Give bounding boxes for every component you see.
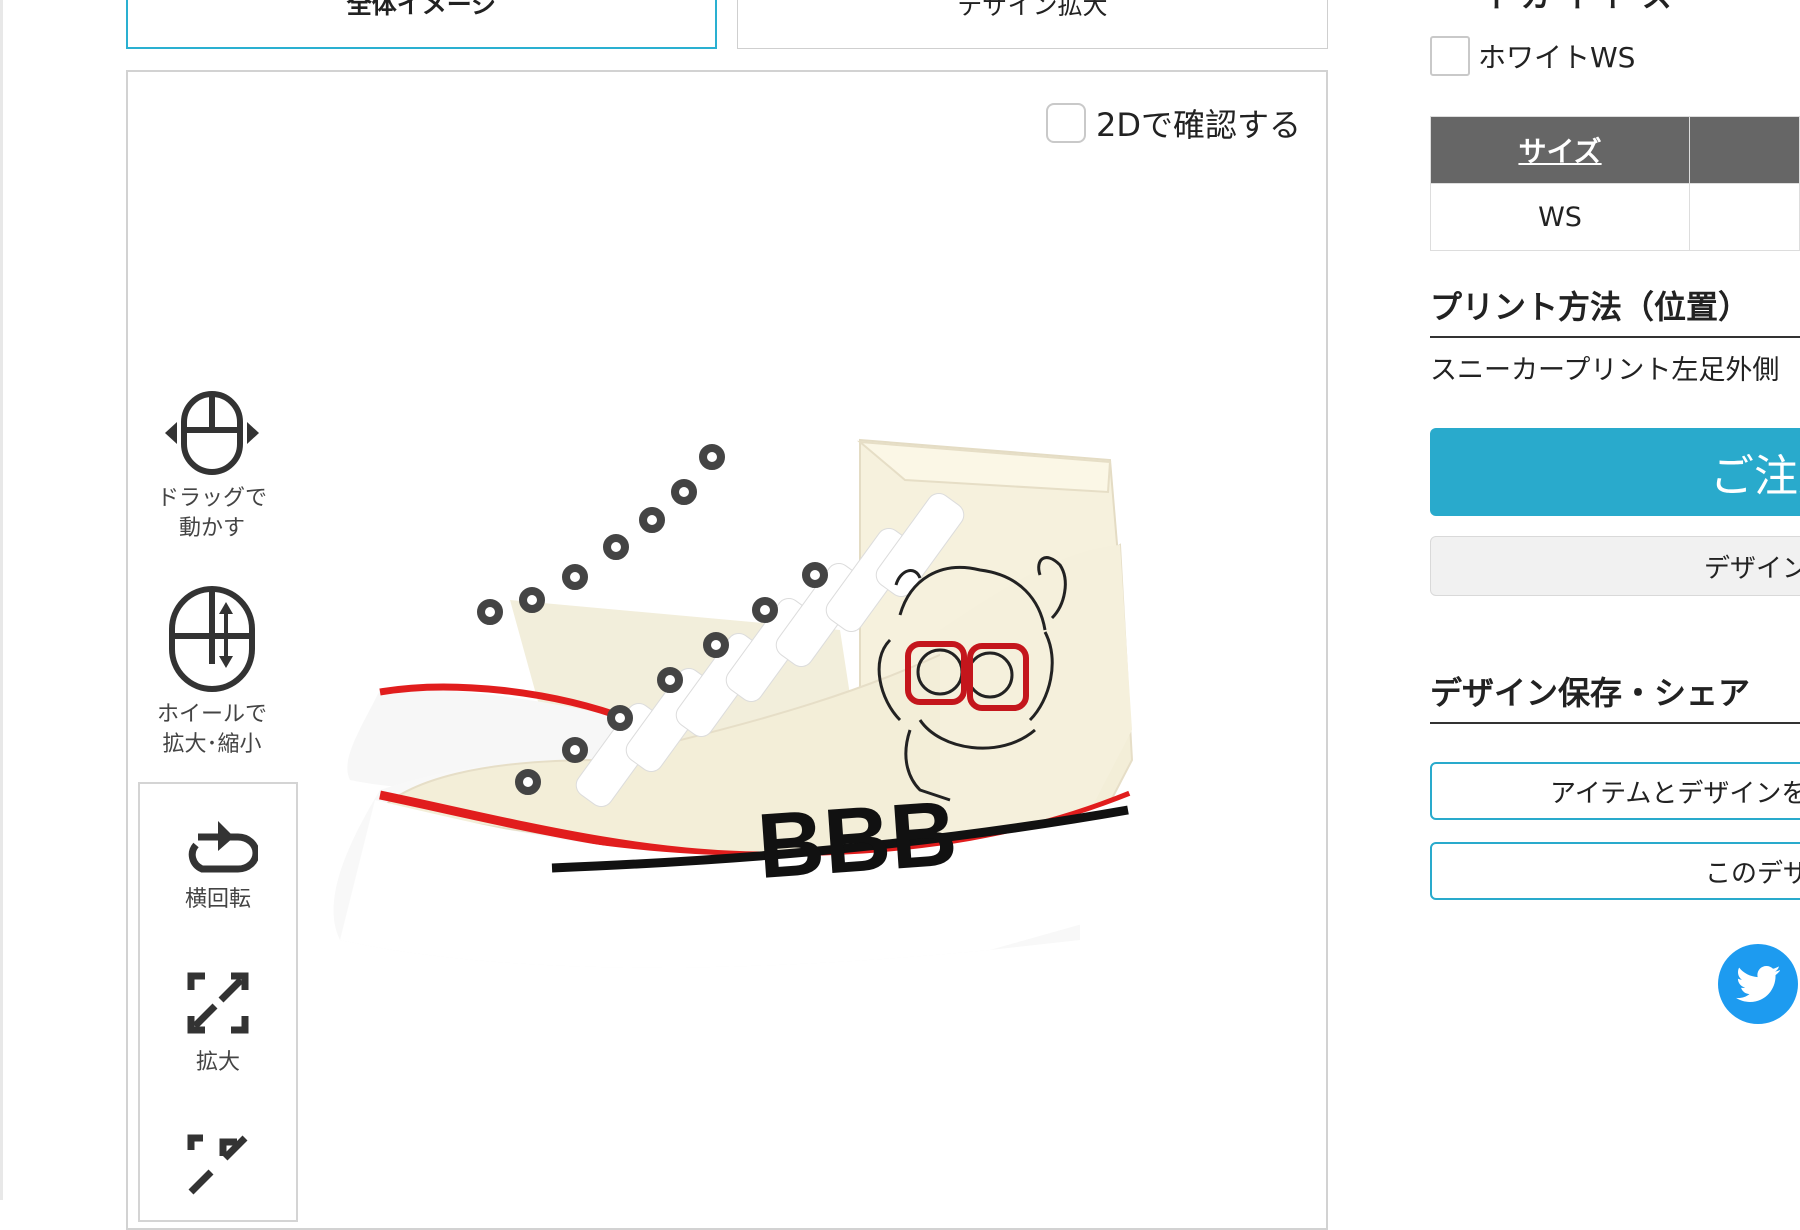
this-design-button[interactable]: このデザ — [1430, 842, 1800, 900]
hint-drag-line1: ドラッグで — [156, 486, 267, 511]
size-value-next — [1689, 183, 1800, 251]
print-method-title: プリント方法（位置） — [1430, 282, 1800, 338]
save-share-title: デザイン保存・シェア — [1430, 668, 1800, 724]
page-left-border — [0, 0, 3, 1200]
rotate-label: 横回転 — [184, 887, 251, 912]
print-method-value: スニーカープリント左足外側 — [1430, 355, 1780, 386]
size-header-next — [1689, 116, 1800, 184]
tab-design-zoom[interactable]: デザイン拡大 — [737, 0, 1328, 49]
hint-drag-line2: 動かす — [178, 516, 245, 541]
sneaker-3d-preview[interactable]: BBB — [300, 400, 1160, 1040]
mouse-wheel-icon — [169, 586, 255, 692]
shrink-button[interactable] — [138, 1130, 298, 1206]
twitter-icon — [1736, 965, 1780, 1002]
hint-wheel-line2: 拡大･縮小 — [162, 732, 262, 757]
design-text-bbb: BBB — [754, 782, 960, 898]
twitter-share-button[interactable] — [1718, 944, 1798, 1024]
checkbox-2d[interactable] — [1046, 103, 1086, 143]
expand-label: 拡大 — [195, 1050, 240, 1075]
order-button[interactable]: ご注文 — [1430, 428, 1800, 516]
rotate-icon — [188, 821, 258, 873]
hint-wheel-line1: ホイールで — [156, 702, 267, 727]
color-option-white-ws[interactable]: ホワイトWS — [1430, 36, 1635, 76]
hint-drag: ドラッグで 動かす — [137, 388, 287, 544]
size-table: サイズ WS — [1429, 116, 1800, 251]
size-value: WS — [1429, 183, 1691, 251]
check-2d-toggle[interactable]: 2Dで確認する — [1046, 100, 1301, 146]
rotate-button[interactable]: 横回転 — [138, 815, 298, 913]
shrink-icon — [187, 1134, 248, 1195]
checkbox-white-ws[interactable] — [1430, 36, 1470, 76]
design-button[interactable]: デザイン — [1430, 536, 1800, 596]
check-2d-label: 2Dで確認する — [1096, 106, 1302, 144]
expand-button[interactable]: 拡大 — [138, 968, 298, 1076]
save-item-design-button[interactable]: アイテムとデザインを — [1430, 762, 1800, 820]
mouse-drag-icon — [165, 391, 259, 475]
item-title-partial: イ カ イ ト ス ー — [1480, 0, 1712, 16]
hint-wheel: ホイールで 拡大･縮小 — [137, 584, 287, 760]
expand-icon — [187, 972, 249, 1034]
tab-overview[interactable]: 全体イメージ — [126, 0, 717, 49]
size-header[interactable]: サイズ — [1429, 116, 1691, 184]
color-option-label: ホワイトWS — [1478, 41, 1636, 74]
